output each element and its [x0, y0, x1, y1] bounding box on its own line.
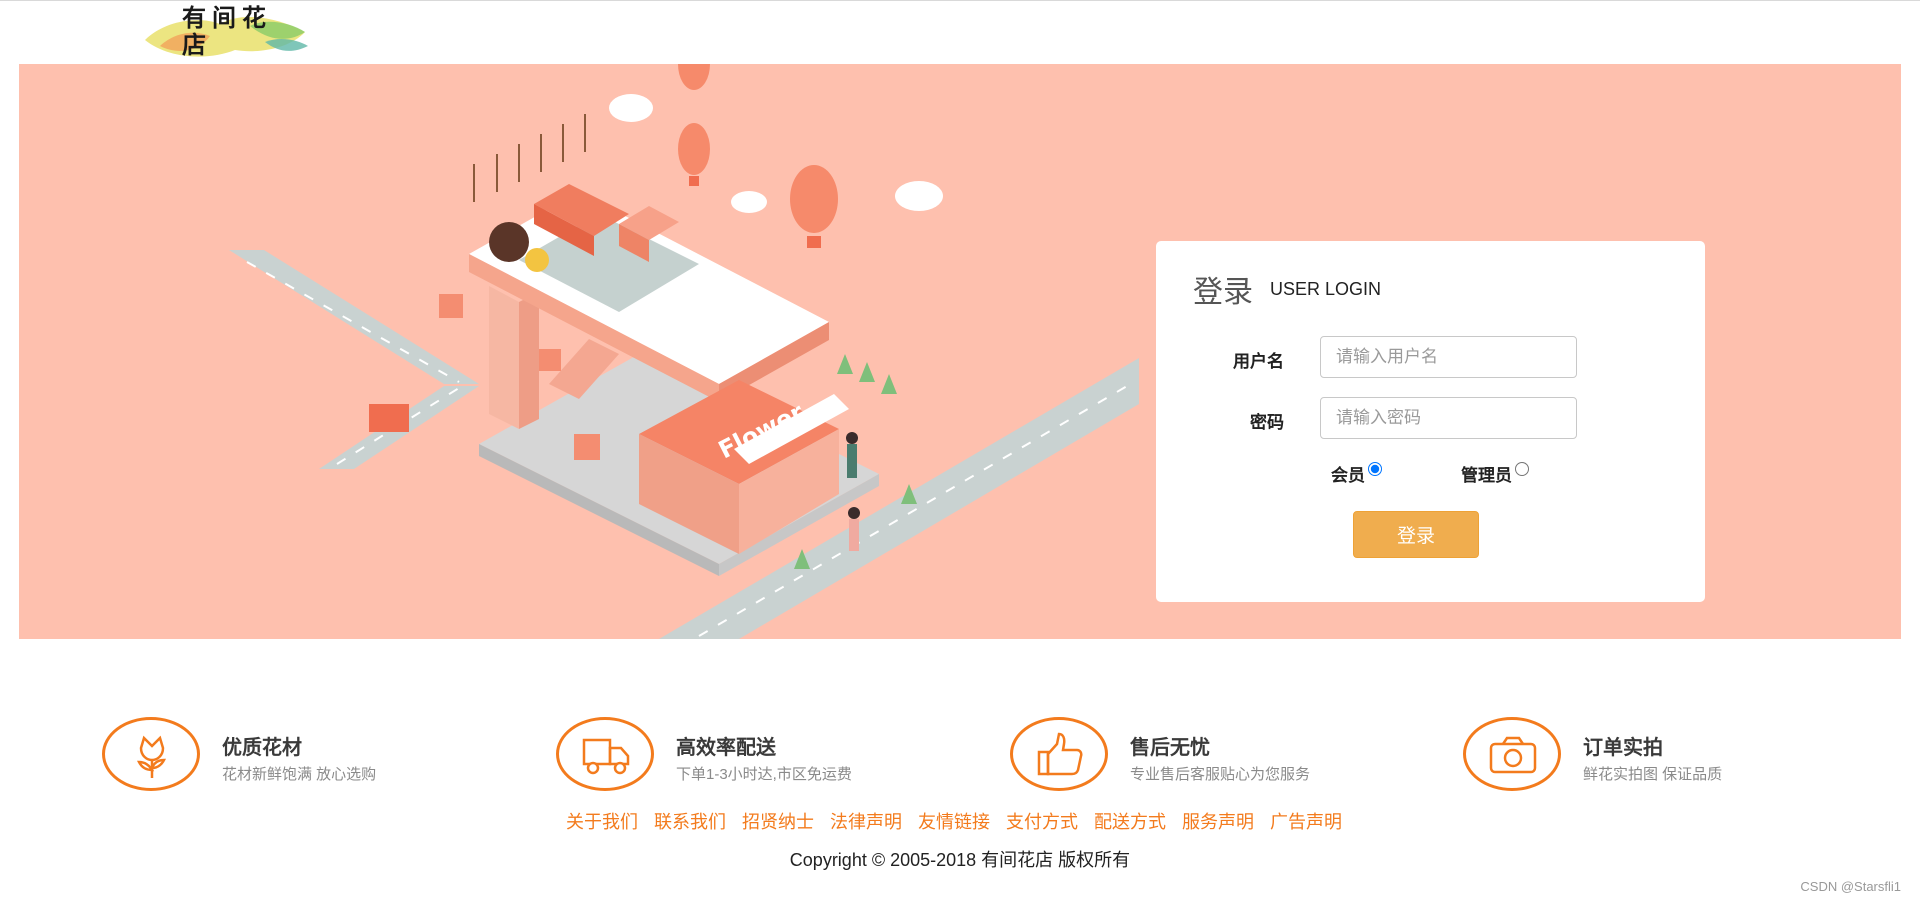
- thumbs-up-icon: [1037, 732, 1083, 776]
- delivery-truck-icon: [582, 738, 630, 775]
- footer-link-about[interactable]: 关于我们: [566, 808, 638, 834]
- login-card: 登录 USER LOGIN 用户名 密码 会员 管理员 登录: [1156, 241, 1705, 602]
- feature-icon-circle: [1010, 717, 1108, 791]
- camera-icon: [1489, 736, 1537, 774]
- role-admin-radio[interactable]: [1515, 462, 1529, 476]
- feature-icon-circle: [556, 717, 654, 791]
- footer-link-ads[interactable]: 广告声明: [1270, 808, 1342, 834]
- watermark-text: CSDN @Starsfli1: [1800, 879, 1901, 894]
- feature-quality-flowers: 优质花材 花材新鲜饱满 放心选购: [102, 717, 522, 797]
- username-input[interactable]: [1320, 336, 1577, 378]
- feature-order-photos: 订单实拍 鲜花实拍图 保证品质: [1463, 717, 1883, 797]
- feature-title: 优质花材: [222, 735, 302, 759]
- feature-title: 售后无忧: [1130, 735, 1210, 759]
- site-logo[interactable]: 有间花店: [140, 2, 310, 64]
- feature-description: 专业售后客服贴心为您服务: [1130, 766, 1311, 783]
- feature-icon-circle: [1463, 717, 1561, 791]
- role-member-radio[interactable]: [1368, 462, 1382, 476]
- role-member-label: 会员: [1331, 466, 1365, 485]
- feature-description: 下单1-3小时达,市区免运费: [676, 766, 852, 783]
- password-input[interactable]: [1320, 397, 1577, 439]
- role-admin-option[interactable]: 管理员: [1461, 461, 1529, 486]
- login-button[interactable]: 登录: [1353, 511, 1479, 558]
- top-border: [0, 0, 1920, 1]
- footer-link-careers[interactable]: 招贤纳士: [742, 808, 814, 834]
- role-member-option[interactable]: 会员: [1331, 461, 1382, 486]
- feature-fast-delivery: 高效率配送 下单1-3小时达,市区免运费: [556, 717, 976, 797]
- login-title: 登录: [1193, 275, 1253, 310]
- footer-links: 关于我们 联系我们 招贤纳士 法律声明 友情链接 支付方式 配送方式 服务声明 …: [566, 808, 1366, 834]
- footer-link-legal[interactable]: 法律声明: [830, 808, 902, 834]
- flower-icon: [136, 735, 167, 778]
- role-admin-label: 管理员: [1461, 466, 1512, 485]
- username-label: 用户名: [1233, 352, 1284, 371]
- footer-link-partners[interactable]: 友情链接: [918, 808, 990, 834]
- password-label: 密码: [1250, 413, 1284, 432]
- footer-link-contact[interactable]: 联系我们: [654, 808, 726, 834]
- feature-after-sales: 售后无忧 专业售后客服贴心为您服务: [1010, 717, 1430, 797]
- login-subtitle: USER LOGIN: [1270, 279, 1382, 299]
- hero-banner: Flower 登录 USER LOGIN 用户名 请输入用户名 密码 会员 管理…: [19, 64, 1901, 639]
- footer-link-service[interactable]: 服务声明: [1182, 808, 1254, 834]
- footer-link-payment[interactable]: 支付方式: [1006, 808, 1078, 834]
- feature-description: 花材新鲜饱满 放心选购: [222, 766, 377, 783]
- feature-icon-circle: [102, 717, 200, 791]
- copyright-text: Copyright © 2005-2018 有间花店 版权所有: [789, 850, 1131, 870]
- feature-title: 订单实拍: [1583, 735, 1663, 759]
- feature-title: 高效率配送: [676, 735, 776, 759]
- feature-description: 鲜花实拍图 保证品质: [1583, 766, 1723, 783]
- footer-link-shipping[interactable]: 配送方式: [1094, 808, 1166, 834]
- logo-text: 有间花店: [182, 3, 272, 59]
